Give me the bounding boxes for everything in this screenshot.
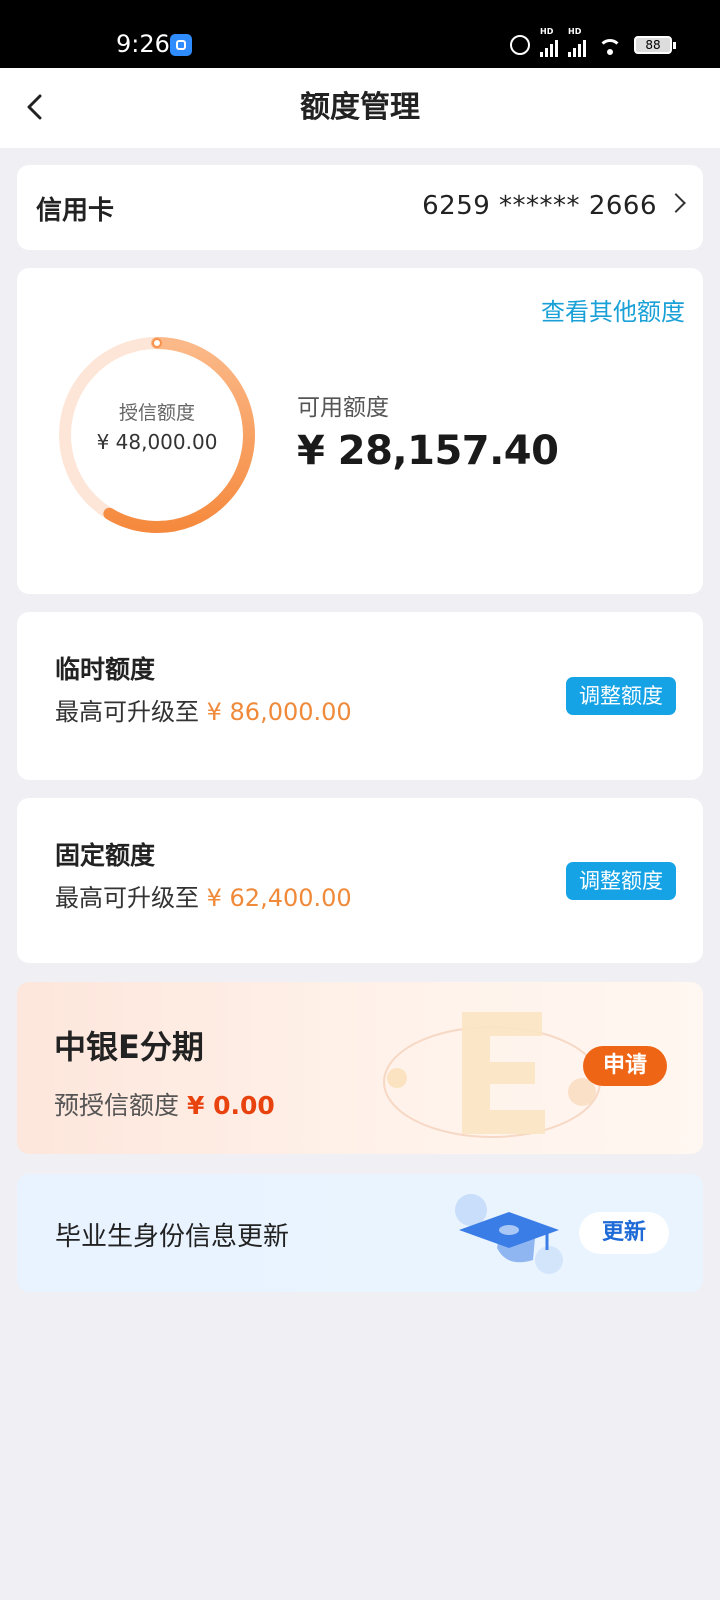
- temporary-limit-subtitle: 最高可升级至 ¥ 86,000.00: [55, 698, 352, 726]
- e-installment-title: 中银E分期: [54, 1028, 204, 1066]
- card-number: 6259 ****** 2666: [422, 191, 657, 221]
- graduate-update-card: 毕业生身份信息更新 更新: [17, 1174, 703, 1292]
- alarm-icon: [510, 35, 530, 55]
- graduate-update-label: 毕业生身份信息更新: [55, 1222, 290, 1252]
- chevron-right-icon: [666, 193, 686, 213]
- e-installment-amount: ¥ 0.00: [186, 1091, 275, 1120]
- status-bar: 9:26 HD HD 88: [0, 0, 720, 68]
- card-selector[interactable]: 信用卡 6259 ****** 2666: [17, 165, 703, 250]
- temporary-limit-card: 临时额度 最高可升级至 ¥ 86,000.00 调整额度: [17, 612, 703, 780]
- status-time: 9:26: [116, 30, 170, 58]
- apply-button[interactable]: 申请: [583, 1046, 667, 1086]
- page-title: 额度管理: [300, 90, 420, 125]
- e-logo-decoration: [383, 1012, 601, 1138]
- temporary-limit-title: 临时额度: [55, 655, 156, 684]
- adjust-fixed-limit-button[interactable]: 调整额度: [566, 862, 676, 900]
- credit-overview-card: 查看其他额度 授信额度 ¥ 48,000.00 可用额度 ¥ 28,157.40: [17, 268, 703, 594]
- top-bar: 额度管理: [0, 68, 720, 148]
- adjust-temporary-limit-button[interactable]: 调整额度: [566, 677, 676, 715]
- temporary-limit-amount: ¥ 86,000.00: [206, 698, 352, 726]
- signal-icon: HD: [568, 27, 586, 57]
- available-limit-value: ¥ 28,157.40: [297, 428, 559, 474]
- view-other-limits-link[interactable]: 查看其他额度: [541, 292, 685, 327]
- app-notification-icon: [170, 34, 192, 56]
- card-type-label: 信用卡: [36, 196, 115, 226]
- fixed-limit-amount: ¥ 62,400.00: [206, 884, 352, 912]
- status-icons: HD HD 88: [510, 27, 676, 59]
- signal-icon: HD: [540, 27, 558, 57]
- credit-limit-label: 授信额度: [118, 402, 195, 424]
- e-installment-subtitle: 预授信额度 ¥ 0.00: [54, 1091, 275, 1120]
- fixed-limit-card: 固定额度 最高可升级至 ¥ 62,400.00 调整额度: [17, 798, 703, 963]
- graduation-cap-icon: [455, 1194, 563, 1274]
- battery-icon: 88: [634, 36, 676, 54]
- available-limit-label: 可用额度: [297, 395, 389, 421]
- credit-limit-value: ¥ 48,000.00: [96, 430, 218, 454]
- fixed-limit-subtitle: 最高可升级至 ¥ 62,400.00: [55, 884, 352, 912]
- update-button[interactable]: 更新: [579, 1212, 669, 1254]
- e-installment-card: 中银E分期 预授信额度 ¥ 0.00 申请: [17, 982, 703, 1154]
- fixed-limit-title: 固定额度: [55, 841, 156, 870]
- wifi-icon: [596, 35, 624, 55]
